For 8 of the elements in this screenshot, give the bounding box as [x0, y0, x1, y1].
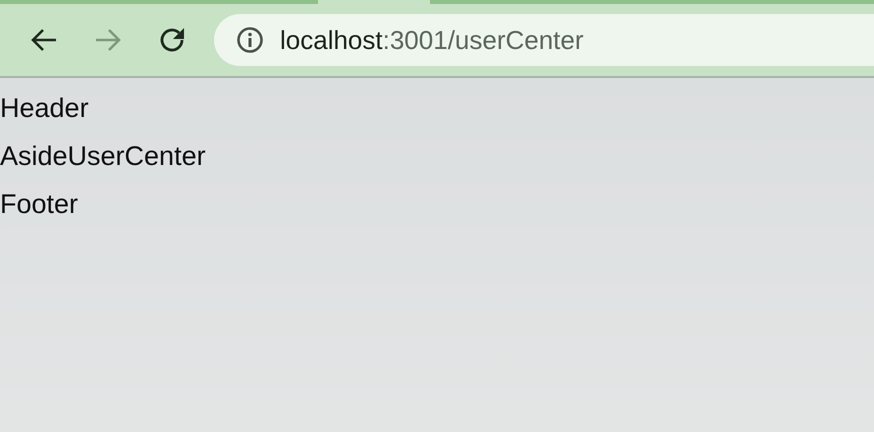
- page-text: Header: [0, 92, 90, 125]
- page-text: Footer: [0, 188, 80, 221]
- page-text: AsideUserCenter: [0, 140, 207, 173]
- forward-arrow-icon: [94, 28, 122, 52]
- back-arrow-icon: [30, 28, 58, 52]
- info-icon: [236, 26, 264, 54]
- url-text: localhost:3001/userCenter: [280, 24, 584, 56]
- address-bar[interactable]: localhost:3001/userCenter: [214, 14, 874, 66]
